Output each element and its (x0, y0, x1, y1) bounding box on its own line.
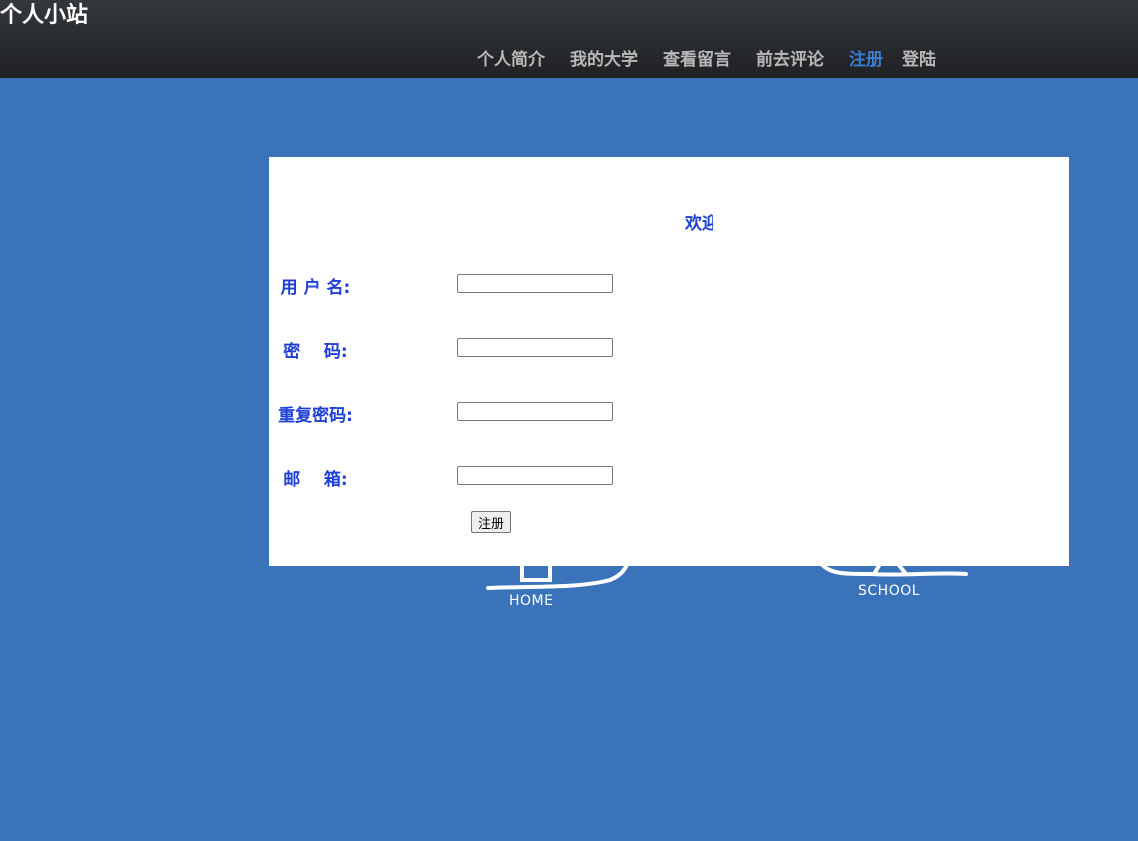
nav-item-profile[interactable]: 个人简介 (477, 48, 545, 72)
home-label: HOME (509, 593, 554, 609)
repeat-password-input[interactable] (457, 402, 613, 421)
nav-item-register[interactable]: 注册 (849, 48, 883, 72)
email-label: 邮 箱: (283, 470, 348, 490)
main-nav: 个人简介 我的大学 查看留言 前去评论 注册 登陆 (477, 48, 961, 72)
site-title: 个人小站 (0, 3, 89, 28)
password-label: 密 码: (283, 342, 348, 362)
school-label: SCHOOL (858, 583, 921, 599)
register-button[interactable]: 注册 (471, 511, 512, 533)
password-input[interactable] (457, 338, 613, 357)
nav-item-comment[interactable]: 前去评论 (756, 48, 824, 72)
top-navbar: 个人小站 个人简介 我的大学 查看留言 前去评论 注册 登陆 (0, 0, 1138, 78)
nav-item-messages[interactable]: 查看留言 (663, 48, 731, 72)
username-label: 用 户 名: (280, 278, 351, 298)
nav-item-university[interactable]: 我的大学 (570, 48, 638, 72)
email-input[interactable] (457, 466, 613, 485)
nav-item-login[interactable]: 登陆 (902, 48, 936, 72)
repeat-password-label: 重复密码: (278, 406, 353, 426)
register-form-panel: 欢迎 用 户 名: 密 码: 重复密码: 邮 箱: 注册 (269, 157, 1069, 566)
username-input[interactable] (457, 274, 613, 293)
welcome-heading: 欢迎 (685, 214, 713, 234)
